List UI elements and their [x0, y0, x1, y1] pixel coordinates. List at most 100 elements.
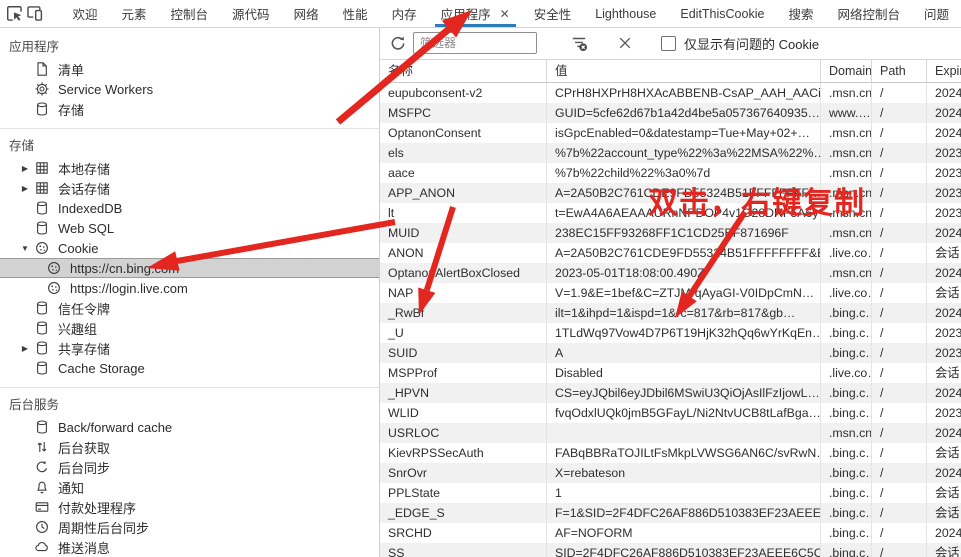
cell-value[interactable]: A=2A50B2C761CDE9FD55324B51FFFFFFFF&E…	[547, 242, 821, 263]
cell-domain[interactable]: .bing.c…	[821, 302, 872, 323]
tab-network-console[interactable]: 网络控制台	[825, 0, 912, 27]
cell-domain[interactable]: .live.co…	[821, 282, 872, 303]
column-header-value[interactable]: 值	[547, 59, 821, 82]
cell-value[interactable]: SID=2F4DFC26AF886D510383EF23AEEE6C5C…	[547, 542, 821, 557]
cell-path[interactable]: /	[872, 442, 927, 463]
cell-domain[interactable]: .bing.c…	[821, 322, 872, 343]
cell-domain[interactable]: .bing.c…	[821, 342, 872, 363]
cell-expires[interactable]: 2023-	[927, 403, 961, 423]
cell-expires[interactable]: 2023-	[927, 183, 961, 203]
cell-value[interactable]: X=rebateson	[547, 462, 821, 483]
cell-domain[interactable]: .msn.cn	[821, 162, 872, 183]
tab-network[interactable]: 网络	[282, 0, 331, 27]
tab-security[interactable]: 安全性	[522, 0, 584, 27]
cell-domain[interactable]: .msn.cn	[821, 422, 872, 443]
sidebar-item-interest-groups[interactable]: 兴趣组	[0, 318, 379, 338]
cell-path[interactable]: /	[872, 182, 927, 203]
cell-path[interactable]: /	[872, 262, 927, 283]
cell-expires[interactable]: 会话	[927, 243, 961, 263]
tab-console[interactable]: 控制台	[159, 0, 221, 27]
cell-name[interactable]: _EDGE_S	[380, 502, 547, 523]
cell-path[interactable]: /	[872, 402, 927, 423]
sidebar-item-shared-storage[interactable]: ▶ 共享存储	[0, 338, 379, 358]
cell-value[interactable]: isGpcEnabled=0&datestamp=Tue+May+02+…	[547, 122, 821, 143]
cell-path[interactable]: /	[872, 282, 927, 303]
cell-value[interactable]: A=2A50B2C761CDE9FD55324B51FFFFFFFF…	[547, 182, 821, 203]
table-row[interactable]: els %7b%22account_type%22%3a%22MSA%22%… .m…	[380, 142, 961, 163]
cell-domain[interactable]: .msn.cn	[821, 202, 872, 223]
table-row[interactable]: _EDGE_S F=1&SID=2F4DFC26AF886D510383EF23A…	[380, 502, 961, 523]
cell-name[interactable]: OptanonConsent	[380, 122, 547, 143]
table-row[interactable]: SS SID=2F4DFC26AF886D510383EF23AEEE6C5C….…	[380, 542, 961, 557]
tab-lighthouse[interactable]: Lighthouse	[583, 0, 668, 27]
cell-path[interactable]: /	[872, 322, 927, 343]
cell-expires[interactable]: 2024-	[927, 303, 961, 323]
cell-name[interactable]: ANON	[380, 242, 547, 263]
cell-name[interactable]: aace	[380, 162, 547, 183]
table-row[interactable]: lt t=EwA4A6AEAAAURnNPDOP4v1G28DRF5A6y… .ms…	[380, 202, 961, 223]
cookie-filter-input[interactable]	[413, 32, 537, 55]
tab-close-icon[interactable]: ✕	[500, 8, 510, 20]
cell-path[interactable]: /	[872, 462, 927, 483]
cell-path[interactable]: /	[872, 102, 927, 123]
table-row[interactable]: OptanonConsent isGpcEnabled=0&datestamp=T…	[380, 122, 961, 143]
cell-domain[interactable]: .bing.c…	[821, 502, 872, 523]
sidebar-item-storage[interactable]: 存储	[0, 99, 379, 119]
clear-all-icon[interactable]	[615, 33, 635, 53]
column-header-expires[interactable]: Expire	[927, 60, 961, 82]
cell-value[interactable]	[547, 422, 821, 443]
cell-path[interactable]: /	[872, 362, 927, 383]
sidebar-item-local-storage[interactable]: ▶ 本地存储	[0, 158, 379, 178]
cell-expires[interactable]: 会话	[927, 503, 961, 523]
sidebar-item-bf-cache[interactable]: Back/forward cache	[0, 417, 379, 437]
tab-search[interactable]: 搜索	[776, 0, 825, 27]
cell-path[interactable]: /	[872, 482, 927, 503]
cell-domain[interactable]: .msn.cn	[821, 142, 872, 163]
table-row[interactable]: APP_ANON A=2A50B2C761CDE9FD55324B51FFFFFF…	[380, 182, 961, 203]
tab-elements[interactable]: 元素	[110, 0, 159, 27]
cell-name[interactable]: SUID	[380, 342, 547, 363]
cell-domain[interactable]: .msn.cn	[821, 122, 872, 143]
cell-name[interactable]: _RwBf	[380, 302, 547, 323]
cell-name[interactable]: _HPVN	[380, 382, 547, 403]
sidebar-item-trust-tokens[interactable]: 信任令牌	[0, 298, 379, 318]
tab-performance[interactable]: 性能	[331, 0, 380, 27]
table-row[interactable]: MSFPC GUID=5cfe62d67b1a42d4be5a0573676409…	[380, 102, 961, 123]
cell-domain[interactable]: .bing.c…	[821, 522, 872, 543]
tab-welcome[interactable]: 欢迎	[61, 0, 110, 27]
chevron-right-icon[interactable]: ▶	[0, 164, 34, 173]
tab-editthiscookie[interactable]: EditThisCookie	[668, 0, 776, 27]
sidebar-item-cookies[interactable]: ▼ Cookie	[0, 238, 379, 258]
cell-value[interactable]: AF=NOFORM	[547, 522, 821, 543]
table-row[interactable]: SRCHDAF=NOFORM.bing.c…/2024-	[380, 522, 961, 543]
table-row[interactable]: PPLState1.bing.c…/会话	[380, 482, 961, 503]
cell-domain[interactable]: .bing.c…	[821, 382, 872, 403]
cell-expires[interactable]: 2024-	[927, 463, 961, 483]
only-issues-checkbox[interactable]	[661, 35, 676, 51]
table-row[interactable]: NAP V=1.9&E=1bef&C=ZTJMrqAyaGI-V0IDpCmN….…	[380, 282, 961, 303]
cell-domain[interactable]: .bing.c…	[821, 462, 872, 483]
cell-path[interactable]: /	[872, 242, 927, 263]
cell-expires[interactable]: 2024-	[927, 223, 961, 243]
cell-domain[interactable]: .msn.cn	[821, 182, 872, 203]
cell-name[interactable]: _U	[380, 322, 547, 343]
sidebar-item-service-workers[interactable]: Service Workers	[0, 79, 379, 99]
cell-value[interactable]: FABqBBRaTOJILtFsMkpLVWSG6AN6C/svRwN…	[547, 442, 821, 463]
cell-value[interactable]: Disabled	[547, 362, 821, 383]
cell-expires[interactable]: 会话	[927, 483, 961, 503]
cell-path[interactable]: /	[872, 162, 927, 183]
cell-expires[interactable]: 2024-	[927, 523, 961, 543]
cell-value[interactable]: %7b%22account_type%22%3a%22MSA%22%…	[547, 142, 821, 163]
column-header-name[interactable]: 名称	[380, 59, 547, 82]
table-row[interactable]: _RwBf ilt=1&ihpd=1&ispd=1&rc=817&rb=817&g…	[380, 302, 961, 323]
cell-name[interactable]: SRCHD	[380, 522, 547, 543]
sidebar-item-cache-storage[interactable]: Cache Storage	[0, 358, 379, 378]
cell-value[interactable]: F=1&SID=2F4DFC26AF886D510383EF23AEEE…	[547, 502, 821, 523]
cell-expires[interactable]: 会话	[927, 443, 961, 463]
cell-domain[interactable]: .bing.c…	[821, 482, 872, 503]
cell-path[interactable]: /	[872, 542, 927, 557]
cell-path[interactable]: /	[872, 202, 927, 223]
sidebar-item-web-sql[interactable]: Web SQL	[0, 218, 379, 238]
cell-expires[interactable]: 2023-	[927, 143, 961, 163]
cell-path[interactable]: /	[872, 382, 927, 403]
